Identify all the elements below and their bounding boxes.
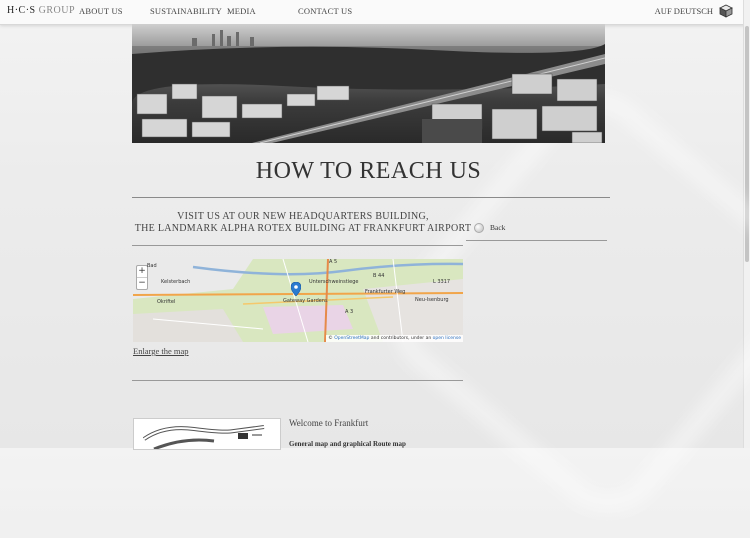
back-bullet-icon: [474, 223, 484, 234]
back-label: Back: [490, 223, 506, 232]
visit-line-2: THE LANDMARK ALPHA ROTEX BUILDING AT FRA…: [134, 223, 472, 234]
route-map-thumbnail[interactable]: [133, 418, 281, 450]
map-attribution: © OpenStreetMap and contributors, under …: [326, 335, 463, 342]
location-map[interactable]: + − Gateway Gardens Bad Kelsterbach Okri…: [133, 259, 463, 342]
map-divider: [132, 380, 463, 381]
map-label-okriftel: Okriftel: [157, 299, 176, 305]
enlarge-map-link[interactable]: Enlarge the map: [133, 346, 189, 356]
logo-group: GROUP: [38, 5, 76, 16]
map-label-marker: Gateway Gardens: [283, 298, 328, 304]
visit-line-1: VISIT US AT OUR NEW HEADQUARTERS BUILDIN…: [177, 211, 429, 222]
aerial-city-illustration: [132, 24, 605, 143]
map-label-l3317: L 3317: [433, 279, 451, 285]
general-map-heading: General map and graphical Route map: [289, 440, 406, 448]
map-label-neu-isenburg: Neu-Isenburg: [415, 297, 449, 303]
back-link[interactable]: Back: [474, 223, 506, 234]
page-title: HOW TO REACH US: [255, 158, 482, 184]
map-label-unterschweinstiege: Unterschweinstiege: [309, 279, 359, 285]
attribution-prefix: ©: [328, 336, 333, 341]
hcs-group-logo[interactable]: H·C·S GROUP: [7, 5, 75, 16]
title-divider: [132, 197, 610, 198]
map-label-kelsterbach: Kelsterbach: [161, 279, 191, 285]
route-map-illustration: [142, 425, 265, 449]
nav-media[interactable]: MEDIA: [227, 6, 256, 16]
map-label-a3: A 3: [345, 309, 354, 315]
visit-us-text: VISIT US AT OUR NEW HEADQUARTERS BUILDIN…: [132, 211, 474, 235]
visit-divider: [132, 245, 463, 246]
openstreetmap-link[interactable]: OpenStreetMap: [334, 336, 369, 341]
map-marker-icon[interactable]: [291, 282, 301, 296]
attribution-middle: and contributors, under an: [370, 336, 432, 341]
nav-about-us[interactable]: ABOUT US: [79, 6, 123, 16]
map-label-b44: B 44: [373, 273, 385, 279]
top-navigation-bar: H·C·S GROUP ABOUT US SUSTAINABILITY MEDI…: [0, 0, 750, 25]
language-switch-link[interactable]: AUF DEUTSCH: [655, 6, 713, 16]
open-license-link[interactable]: open license: [433, 336, 461, 341]
map-label-a5: A 5: [329, 259, 338, 265]
map-label-bad: Bad: [147, 263, 157, 269]
zoom-out-button[interactable]: −: [137, 277, 147, 289]
back-divider: [466, 240, 607, 241]
map-label-frankfurter-weg: Frankfurter Weg: [365, 289, 406, 295]
welcome-heading: Welcome to Frankfurt: [289, 418, 369, 428]
logo-mark: H·C·S: [7, 5, 36, 16]
hero-aerial-photo: [132, 24, 605, 143]
language-cube-icon[interactable]: [719, 4, 733, 18]
zoom-in-button[interactable]: +: [137, 266, 147, 277]
nav-sustainability[interactable]: SUSTAINABILITY: [150, 6, 222, 16]
nav-contact-us[interactable]: CONTACT US: [298, 6, 352, 16]
